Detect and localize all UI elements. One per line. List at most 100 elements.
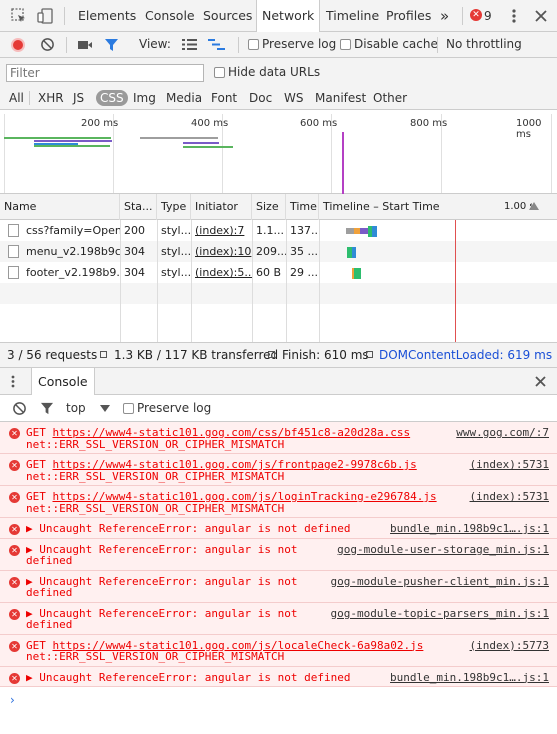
close-drawer-icon[interactable] bbox=[534, 375, 547, 388]
error-count[interactable]: 9 bbox=[484, 9, 492, 23]
message-source-link[interactable]: (index):5773 bbox=[470, 639, 549, 652]
error-icon: ✕ bbox=[9, 460, 20, 471]
type-filter-media[interactable]: Media bbox=[166, 90, 202, 106]
type-filter-xhr[interactable]: XHR bbox=[38, 90, 64, 106]
device-toolbar-icon[interactable] bbox=[36, 7, 54, 25]
column-header-type[interactable]: Type bbox=[157, 194, 191, 220]
type-filter-doc[interactable]: Doc bbox=[249, 90, 272, 106]
column-divider bbox=[286, 220, 287, 342]
message-text: ▶ Uncaught ReferenceError: angular is no… bbox=[26, 542, 298, 567]
type-filter-all[interactable]: All bbox=[9, 90, 24, 106]
message-source-link[interactable]: www.gog.com/:7 bbox=[456, 427, 549, 439]
message-source-link[interactable]: gog-module-user-storage_min.js:1 bbox=[337, 543, 549, 556]
tab-console-drawer[interactable]: Console bbox=[31, 368, 95, 395]
file-icon bbox=[8, 245, 19, 258]
video-camera-icon[interactable] bbox=[77, 38, 93, 52]
message-text: ▶ Uncaught ReferenceError: angular is no… bbox=[26, 574, 298, 599]
console-error-message[interactable]: ✕ bundle_min.198b9c1….js:1 ▶ Uncaught Refe… bbox=[0, 518, 557, 539]
message-source-link[interactable]: gog-module-pusher-client_min.js:1 bbox=[330, 575, 549, 588]
message-error-code: net::ERR_SSL_VERSION_OR_CIPHER_MISMATCH bbox=[26, 437, 285, 451]
message-source-link[interactable]: (index):5731 bbox=[470, 491, 549, 503]
type-filter-css[interactable]: CSS bbox=[96, 90, 128, 106]
large-rows-icon[interactable] bbox=[182, 38, 197, 51]
console-prompt[interactable]: › bbox=[10, 693, 15, 707]
table-row[interactable]: css?family=Open... 200 styl... (index):7… bbox=[0, 220, 557, 241]
console-error-message[interactable]: ✕ (index):5731 GET https://www4-static101.… bbox=[0, 486, 557, 518]
toolbar-divider bbox=[238, 37, 239, 53]
tab-profiles[interactable]: Profiles bbox=[386, 0, 431, 32]
toolbar-divider bbox=[66, 37, 67, 53]
column-header-status[interactable]: Sta... bbox=[120, 194, 157, 220]
tab-network[interactable]: Network bbox=[256, 0, 321, 33]
kebab-menu-icon[interactable] bbox=[505, 7, 523, 25]
type-filter-ws[interactable]: WS bbox=[284, 90, 303, 106]
request-size: 209... bbox=[256, 245, 286, 258]
view-label: View: bbox=[139, 37, 171, 51]
filter-input[interactable] bbox=[6, 64, 204, 82]
waterfall-bar-download bbox=[352, 247, 356, 258]
table-row[interactable]: footer_v2.198b9... 304 styl... (index):5… bbox=[0, 262, 557, 283]
close-devtools-icon[interactable] bbox=[532, 7, 550, 25]
column-header-name[interactable]: Name bbox=[0, 194, 120, 220]
preserve-log-checkbox[interactable] bbox=[248, 39, 259, 50]
context-selector[interactable]: top bbox=[66, 401, 86, 415]
tab-sources[interactable]: Sources bbox=[203, 0, 252, 32]
waterfall-view-icon[interactable] bbox=[208, 38, 225, 51]
type-filter-font[interactable]: Font bbox=[211, 90, 237, 106]
transferred-size: 1.3 KB / 117 KB transferred bbox=[114, 348, 279, 362]
message-source-link[interactable]: bundle_min.198b9c1….js:1 bbox=[390, 523, 549, 535]
console-filter-icon[interactable] bbox=[40, 402, 54, 415]
type-filter-other[interactable]: Other bbox=[373, 90, 407, 106]
request-initiator[interactable]: (index):10 bbox=[191, 241, 252, 262]
more-tabs-button[interactable]: » bbox=[440, 0, 449, 32]
message-source-link[interactable]: gog-module-topic-parsers_min.js:1 bbox=[330, 607, 549, 620]
filter-divider bbox=[29, 91, 30, 105]
type-filter-js[interactable]: JS bbox=[73, 90, 84, 106]
column-header-size[interactable]: Size bbox=[252, 194, 286, 220]
message-source-link[interactable]: (index):5731 bbox=[470, 459, 549, 471]
tab-timeline[interactable]: Timeline bbox=[326, 0, 379, 32]
console-error-message[interactable]: ✕ www.gog.com/:7 GET https://www4-static10… bbox=[0, 422, 557, 454]
clear-console-icon[interactable] bbox=[12, 401, 27, 416]
console-error-message[interactable]: ✕ gog-module-user-storage_min.js:1 ▶ Uncau… bbox=[0, 538, 557, 571]
console-error-message[interactable]: ✕ (index):5773 GET https://www4-static101.… bbox=[0, 634, 557, 667]
error-icon[interactable]: ✕ bbox=[470, 9, 482, 21]
tab-console[interactable]: Console bbox=[145, 0, 195, 32]
filter-funnel-icon[interactable] bbox=[104, 38, 119, 52]
column-header-time[interactable]: Time bbox=[286, 194, 319, 220]
request-type: styl... bbox=[161, 266, 191, 279]
message-source-link[interactable]: bundle_min.198b9c1….js:1 bbox=[390, 671, 549, 684]
type-filter-img[interactable]: Img bbox=[133, 90, 156, 106]
column-header-timeline[interactable]: Timeline – Start Time bbox=[319, 194, 499, 220]
table-row[interactable]: menu_v2.198b9c... 304 styl... (index):10… bbox=[0, 241, 557, 262]
hide-data-urls-checkbox[interactable] bbox=[214, 67, 225, 78]
console-error-message[interactable]: ✕ gog-module-topic-parsers_min.js:1 ▶ Unca… bbox=[0, 602, 557, 635]
overview-tick-label: 600 ms bbox=[300, 118, 338, 129]
waterfall-bar-connect bbox=[360, 228, 368, 234]
console-error-message[interactable]: ✕ (index):5731 GET https://www4-static101.… bbox=[0, 454, 557, 486]
sort-ascending-icon[interactable] bbox=[529, 202, 539, 210]
column-header-initiator[interactable]: Initiator bbox=[191, 194, 252, 220]
tab-elements[interactable]: Elements bbox=[78, 0, 136, 32]
finish-time: Finish: 610 ms bbox=[282, 348, 369, 362]
summary-divider bbox=[100, 351, 107, 358]
request-name: menu_v2.198b9c... bbox=[26, 245, 120, 258]
type-filter-manifest[interactable]: Manifest bbox=[315, 90, 366, 106]
network-overview[interactable]: 200 ms 400 ms 600 ms 800 ms 1000 ms bbox=[0, 110, 557, 194]
request-initiator[interactable]: (index):5... bbox=[191, 262, 252, 283]
console-error-message[interactable]: ✕ gog-module-pusher-client_min.js:1 ▶ Unca… bbox=[0, 570, 557, 603]
context-dropdown-icon[interactable] bbox=[100, 405, 110, 412]
clear-icon[interactable] bbox=[40, 37, 55, 52]
console-error-message[interactable]: ✕ bundle_min.198b9c1….js:1 ▶ Uncaught Refe… bbox=[0, 666, 557, 687]
console-preserve-log-checkbox[interactable] bbox=[123, 403, 134, 414]
drawer-menu-icon[interactable] bbox=[7, 374, 19, 389]
request-initiator[interactable]: (index):7 bbox=[191, 220, 252, 241]
column-divider bbox=[120, 220, 121, 342]
request-name: footer_v2.198b9... bbox=[26, 266, 120, 279]
throttling-select[interactable]: No throttling bbox=[446, 37, 522, 51]
request-count: 3 / 56 requests bbox=[7, 348, 98, 362]
disable-cache-checkbox[interactable] bbox=[340, 39, 351, 50]
request-time: 29 ... bbox=[290, 266, 318, 279]
record-button[interactable] bbox=[11, 38, 25, 52]
inspect-element-icon[interactable] bbox=[10, 7, 28, 25]
